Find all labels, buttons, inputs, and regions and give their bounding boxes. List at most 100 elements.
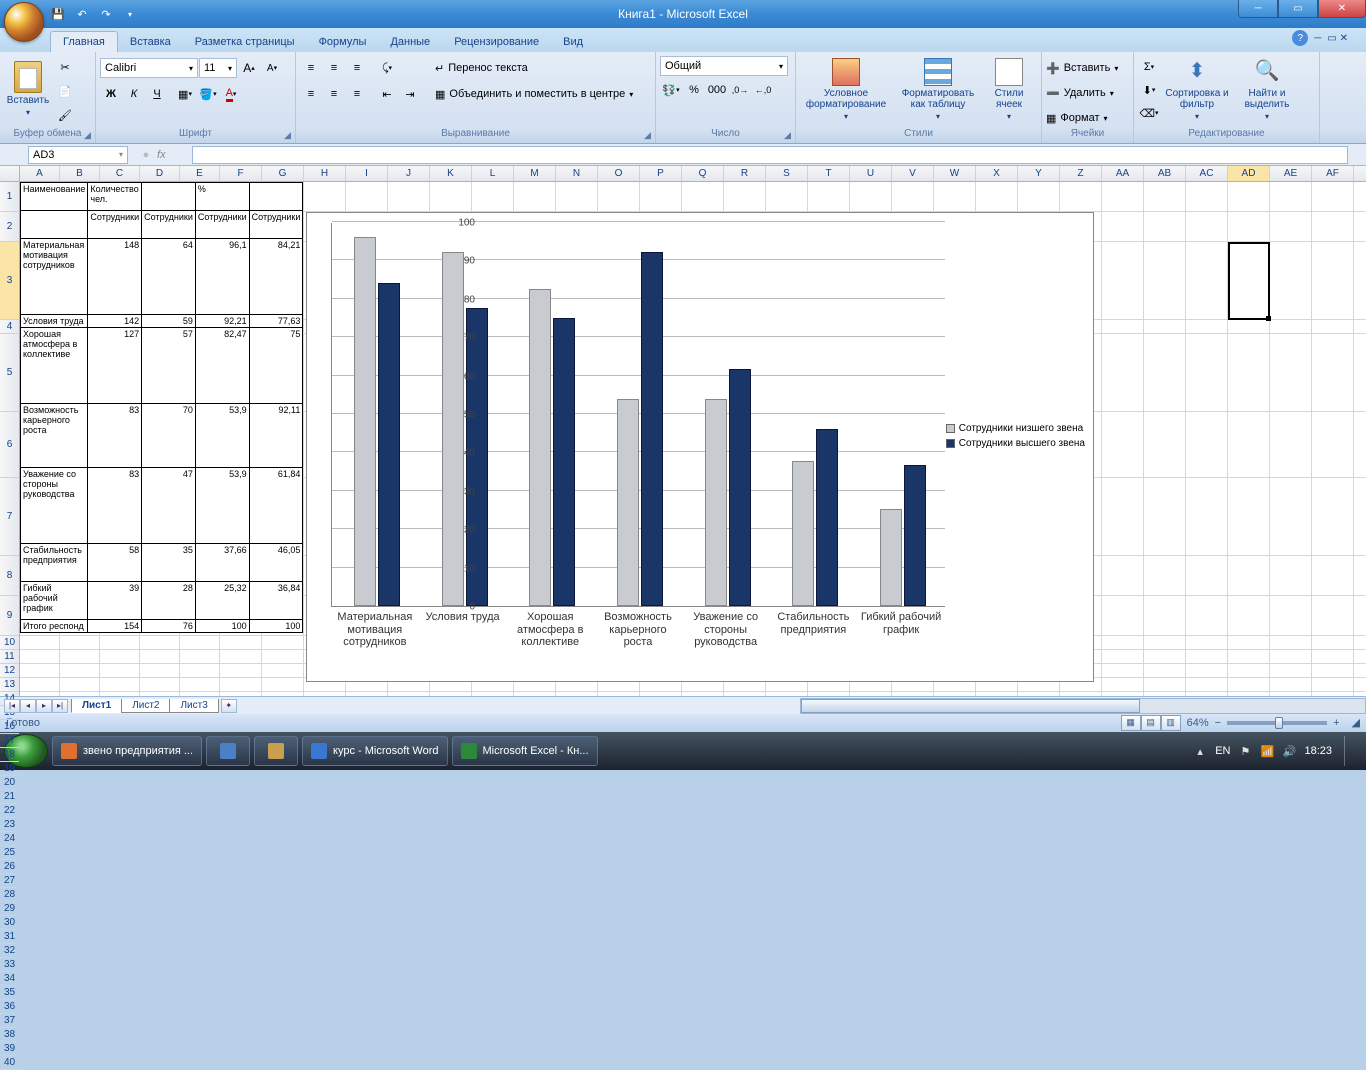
name-box[interactable]: AD3▾ — [28, 146, 128, 164]
col-header-AF[interactable]: AF — [1312, 166, 1354, 181]
qat-customize-icon[interactable]: ▾ — [120, 4, 140, 24]
row-header-17[interactable]: 17 — [0, 734, 19, 748]
help-icon[interactable]: ? — [1292, 30, 1308, 46]
cell[interactable]: Сотрудники — [88, 211, 142, 239]
col-header-AE[interactable]: AE — [1270, 166, 1312, 181]
col-header-X[interactable]: X — [976, 166, 1018, 181]
sheet-nav-last[interactable]: ▸| — [52, 699, 68, 713]
col-header-AB[interactable]: AB — [1144, 166, 1186, 181]
row-header-24[interactable]: 24 — [0, 832, 19, 846]
cell[interactable]: Стабильность предприятия — [21, 544, 88, 582]
cell[interactable]: Уважение со стороны руководства — [21, 468, 88, 544]
col-header-L[interactable]: L — [472, 166, 514, 181]
col-header-U[interactable]: U — [850, 166, 892, 181]
grow-font-button[interactable]: A▴ — [238, 57, 260, 79]
zoom-out-button[interactable]: − — [1215, 717, 1221, 729]
qat-save-icon[interactable]: 💾 — [48, 4, 68, 24]
cell[interactable]: 82,47 — [195, 328, 249, 404]
tab-page-layout[interactable]: Разметка страницы — [183, 32, 307, 52]
tray-language[interactable]: EN — [1215, 745, 1230, 757]
cell[interactable]: Гибкий рабочий график — [21, 582, 88, 620]
cell[interactable]: 154 — [88, 620, 142, 633]
col-header-W[interactable]: W — [934, 166, 976, 181]
col-header-T[interactable]: T — [808, 166, 850, 181]
row-header-1[interactable]: 1 — [0, 182, 19, 212]
cell[interactable]: 59 — [142, 315, 196, 328]
font-color-button[interactable]: A▾ — [220, 83, 242, 105]
col-header-Q[interactable]: Q — [682, 166, 724, 181]
clear-button[interactable]: ⌫▾ — [1138, 102, 1160, 124]
row-header-38[interactable]: 38 — [0, 1028, 19, 1042]
sort-filter-button[interactable]: ⬍ Сортировка и фильтр▾ — [1162, 54, 1232, 124]
new-sheet-button[interactable]: ✦ — [221, 699, 237, 713]
row-header-18[interactable]: 18 — [0, 748, 19, 762]
col-header-G[interactable]: G — [262, 166, 304, 181]
align-right-button[interactable]: ≡ — [346, 83, 368, 105]
cell[interactable]: Сотрудники — [195, 211, 249, 239]
comma-button[interactable]: 000 — [706, 79, 728, 101]
tab-home[interactable]: Главная — [50, 31, 118, 52]
row-header-3[interactable]: 3 — [0, 242, 19, 320]
resize-grip-icon[interactable]: ◢ — [1352, 716, 1360, 729]
cell[interactable]: Условия труда — [21, 315, 88, 328]
row-header-29[interactable]: 29 — [0, 902, 19, 916]
taskbar-item[interactable]: Microsoft Excel - Кн... — [452, 736, 598, 766]
col-header-C[interactable]: C — [100, 166, 140, 181]
cell[interactable]: 64 — [142, 239, 196, 315]
taskbar-item[interactable] — [254, 736, 298, 766]
page-break-view-button[interactable]: ▥ — [1161, 715, 1181, 731]
row-header-2[interactable]: 2 — [0, 212, 19, 242]
normal-view-button[interactable]: ▦ — [1121, 715, 1141, 731]
col-header-O[interactable]: O — [598, 166, 640, 181]
cell[interactable] — [249, 183, 303, 211]
cell[interactable]: 84,21 — [249, 239, 303, 315]
indent-button[interactable]: ⇥ — [399, 83, 421, 105]
col-header-A[interactable]: A — [20, 166, 60, 181]
col-header-K[interactable]: K — [430, 166, 472, 181]
row-header-32[interactable]: 32 — [0, 944, 19, 958]
align-left-button[interactable]: ≡ — [300, 83, 322, 105]
sheet-tab-Лист1[interactable]: Лист1 — [71, 699, 122, 713]
increase-decimal-button[interactable]: ,0→ — [729, 79, 751, 101]
row-header-28[interactable]: 28 — [0, 888, 19, 902]
taskbar-item[interactable]: звено предприятия ... — [52, 736, 202, 766]
format-as-table-button[interactable]: Форматировать как таблицу▾ — [894, 54, 982, 124]
row-header-12[interactable]: 12 — [0, 664, 19, 678]
decrease-decimal-button[interactable]: ←,0 — [752, 79, 774, 101]
number-launcher[interactable]: ◢ — [781, 129, 794, 142]
cell[interactable]: 148 — [88, 239, 142, 315]
cell[interactable]: 142 — [88, 315, 142, 328]
cell[interactable]: Наименование — [21, 183, 88, 211]
sheet-nav-prev[interactable]: ◂ — [20, 699, 36, 713]
row-header-33[interactable]: 33 — [0, 958, 19, 972]
maximize-button[interactable]: ▭ — [1278, 0, 1318, 18]
find-select-button[interactable]: 🔍 Найти и выделить▾ — [1234, 54, 1300, 124]
row-header-27[interactable]: 27 — [0, 874, 19, 888]
col-header-F[interactable]: F — [220, 166, 262, 181]
autosum-button[interactable]: Σ▾ — [1138, 56, 1160, 78]
cell[interactable]: 57 — [142, 328, 196, 404]
col-header-M[interactable]: M — [514, 166, 556, 181]
row-header-39[interactable]: 39 — [0, 1042, 19, 1056]
cell[interactable]: 47 — [142, 468, 196, 544]
cell[interactable]: % — [195, 183, 249, 211]
row-header-16[interactable]: 16 — [0, 720, 19, 734]
cell[interactable]: 92,21 — [195, 315, 249, 328]
conditional-formatting-button[interactable]: Условное форматирование▾ — [800, 54, 892, 124]
row-header-6[interactable]: 6 — [0, 412, 19, 478]
align-bottom-button[interactable]: ≡ — [346, 57, 368, 79]
horizontal-scrollbar[interactable] — [800, 698, 1366, 714]
minimize-button[interactable]: ─ — [1238, 0, 1278, 18]
sheet-nav-first[interactable]: |◂ — [4, 699, 20, 713]
currency-button[interactable]: 💱▾ — [660, 79, 682, 101]
tray-volume-icon[interactable]: 🔊 — [1282, 744, 1296, 758]
chart-object[interactable]: Материальная мотивация сотрудниковУслови… — [306, 212, 1094, 682]
scroll-thumb[interactable] — [801, 699, 1139, 713]
taskbar-item[interactable] — [206, 736, 250, 766]
col-header-S[interactable]: S — [766, 166, 808, 181]
cell[interactable]: 83 — [88, 468, 142, 544]
cell[interactable]: 76 — [142, 620, 196, 633]
cut-button[interactable]: ✂ — [54, 56, 76, 78]
row-header-20[interactable]: 20 — [0, 776, 19, 790]
col-header-AD[interactable]: AD — [1228, 166, 1270, 181]
